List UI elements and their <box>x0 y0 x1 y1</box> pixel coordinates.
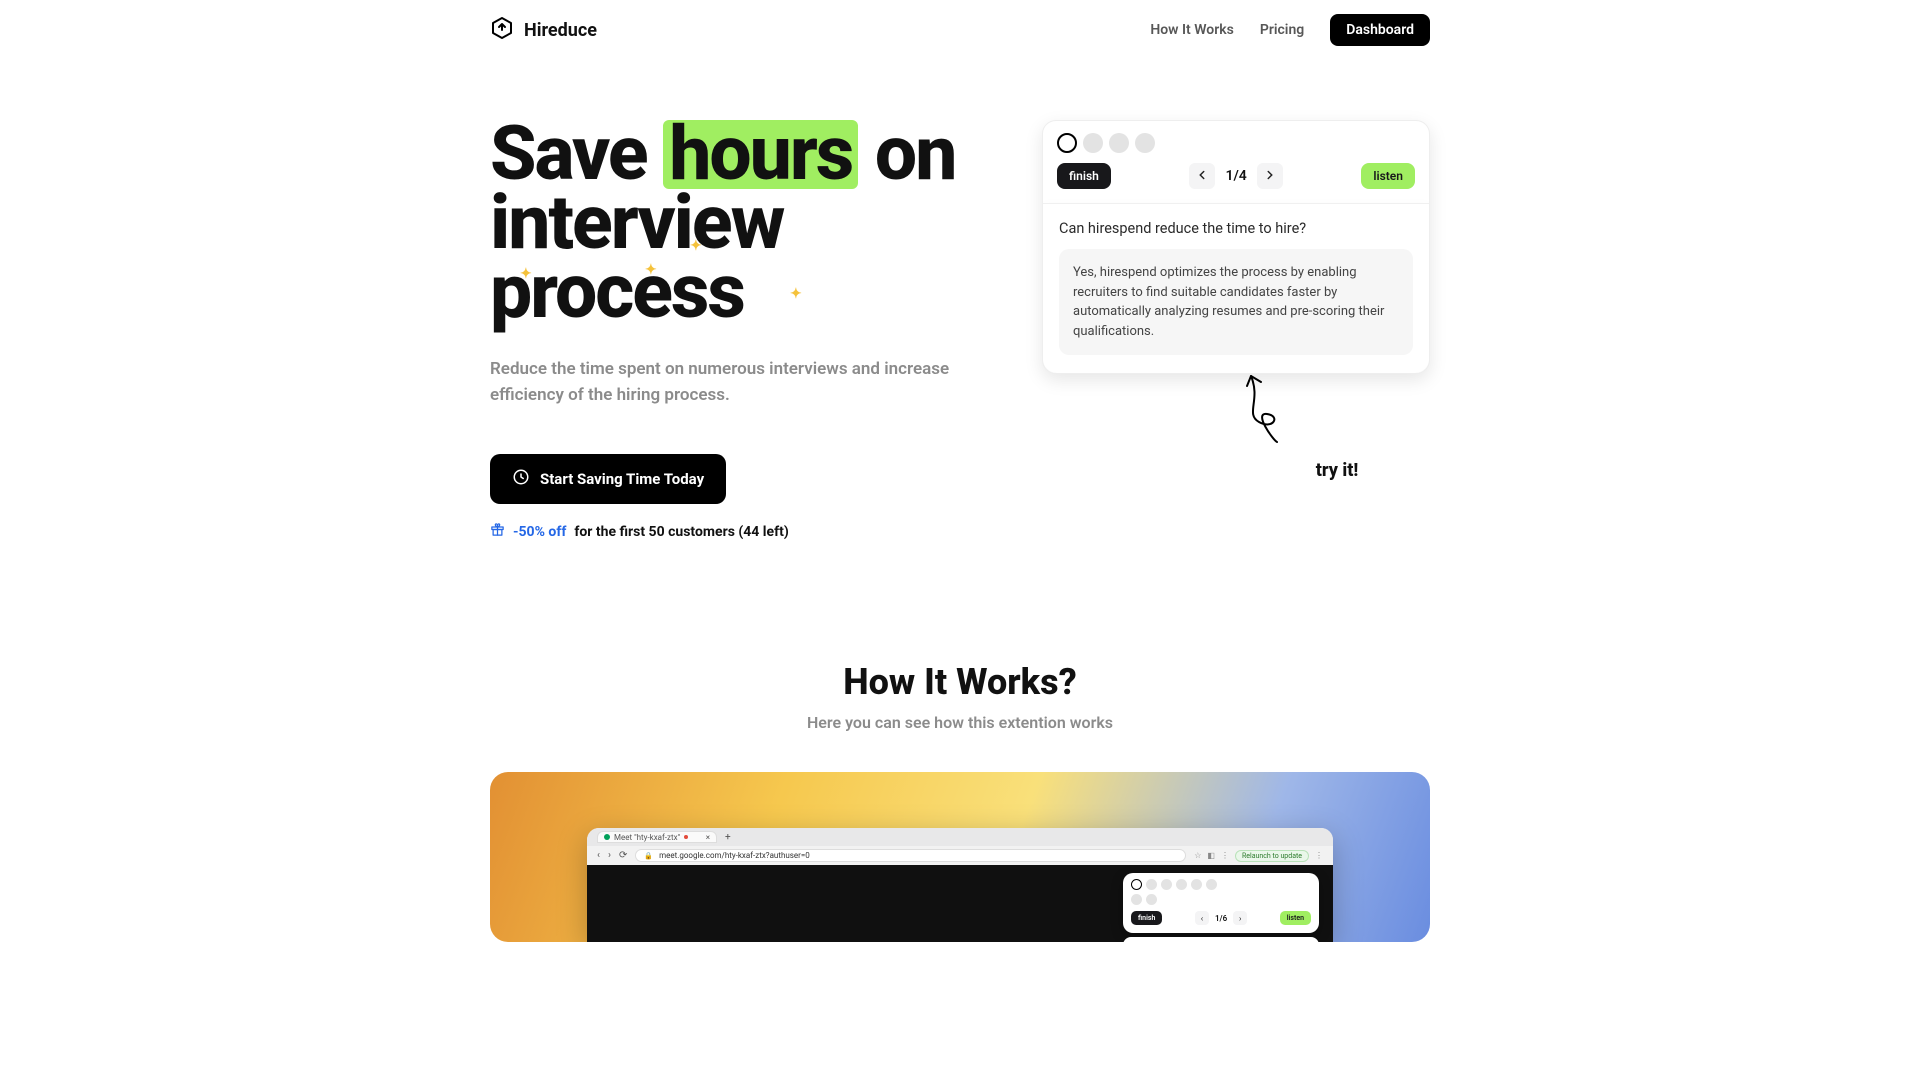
dashboard-button[interactable]: Dashboard <box>1330 14 1430 46</box>
address-bar[interactable]: 🔒 meet.google.com/hty-kxaf-ztx?authuser=… <box>635 849 1186 862</box>
bubble <box>1109 133 1129 153</box>
chevron-right-icon: › <box>1239 914 1241 923</box>
step-label: 1/4 <box>1221 168 1250 184</box>
sparkle-icon: ✦ <box>645 264 655 277</box>
mini-question: What is the virtual DOM and how does Rea… <box>1123 937 1319 942</box>
progress-bubbles <box>1057 133 1177 153</box>
back-icon[interactable]: ‹ <box>597 850 600 861</box>
hiw-title: How It Works? <box>490 661 1430 703</box>
stepper: 1/4 <box>1189 163 1282 189</box>
browser-viewport: finish ‹ 1/6 › listen What is the virtua… <box>587 865 1333 942</box>
finish-button[interactable]: finish <box>1057 163 1111 189</box>
menu-icon[interactable]: ⋮ <box>1221 851 1229 860</box>
tab-title: Meet "hty-kxaf-ztx" <box>614 833 680 842</box>
bubble <box>1191 879 1202 890</box>
top-nav: Hireduce How It Works Pricing Dashboard <box>490 0 1430 60</box>
demo-screenshot: Meet "hty-kxaf-ztx" × + ‹ › ⟳ 🔒 meet.goo… <box>490 772 1430 942</box>
bubble <box>1206 879 1217 890</box>
offer-line: -50% off for the first 50 customers (44 … <box>490 522 1002 541</box>
bubble <box>1161 879 1172 890</box>
mini-widget: finish ‹ 1/6 › listen <box>1123 873 1319 933</box>
close-icon[interactable]: × <box>706 833 710 842</box>
nav-how-it-works[interactable]: How It Works <box>1150 22 1234 38</box>
browser-tab[interactable]: Meet "hty-kxaf-ztx" × <box>597 831 717 843</box>
extension-icon[interactable]: ◧ <box>1207 851 1215 860</box>
more-icon[interactable]: ⋮ <box>1315 851 1323 860</box>
tryit-label: try it! <box>1316 460 1359 481</box>
nav-links: How It Works Pricing Dashboard <box>1150 14 1430 46</box>
bubble <box>1146 894 1157 905</box>
offer-rest: for the first 50 customers (44 left) <box>574 524 788 540</box>
widget-question: Can hirespend reduce the time to hire? <box>1059 220 1413 237</box>
bubble-active <box>1131 879 1142 890</box>
hiw-sub: Here you can see how this extention work… <box>490 713 1430 732</box>
sparkle-icon: ✦ <box>520 268 530 281</box>
mini-finish-button[interactable]: finish <box>1131 911 1162 925</box>
subheadline: Reduce the time spent on numerous interv… <box>490 357 950 408</box>
bubble <box>1176 879 1187 890</box>
chevron-left-icon <box>1195 167 1209 186</box>
gift-icon <box>490 522 505 541</box>
hero: Save hours on interview process ✦ ✦ ✦ ✦ … <box>490 60 1430 541</box>
start-saving-button[interactable]: Start Saving Time Today <box>490 454 726 504</box>
demo-widget: finish 1/4 <box>1042 120 1430 374</box>
next-button[interactable] <box>1257 163 1283 189</box>
star-icon[interactable]: ☆ <box>1194 851 1201 860</box>
sparkle-icon: ✦ <box>690 240 700 253</box>
clock-icon <box>512 468 530 490</box>
headline: Save hours on interview process ✦ ✦ ✦ ✦ <box>490 120 1002 327</box>
bubble <box>1146 879 1157 890</box>
tryit-callout: try it! <box>1237 380 1437 481</box>
hero-left: Save hours on interview process ✦ ✦ ✦ ✦ … <box>490 120 1002 541</box>
brand[interactable]: Hireduce <box>490 16 597 45</box>
mini-prev-button[interactable]: ‹ <box>1195 911 1209 925</box>
mini-next-button[interactable]: › <box>1233 911 1247 925</box>
bubble <box>1131 894 1142 905</box>
lock-icon: 🔒 <box>644 852 653 860</box>
widget-answer: Yes, hirespend optimizes the process by … <box>1059 249 1413 355</box>
recording-icon <box>684 835 688 839</box>
url-text: meet.google.com/hty-kxaf-ztx?authuser=0 <box>659 851 810 860</box>
forward-icon[interactable]: › <box>608 850 611 861</box>
cta-label: Start Saving Time Today <box>540 470 704 488</box>
relaunch-chip[interactable]: Relaunch to update <box>1235 850 1309 862</box>
mini-step-label: 1/6 <box>1212 914 1230 923</box>
browser-tabbar: Meet "hty-kxaf-ztx" × + <box>587 828 1333 846</box>
how-it-works: How It Works? Here you can see how this … <box>490 661 1430 732</box>
browser-urlbar: ‹ › ⟳ 🔒 meet.google.com/hty-kxaf-ztx?aut… <box>587 846 1333 865</box>
offer-discount: -50% off <box>513 524 566 540</box>
browser-mock: Meet "hty-kxaf-ztx" × + ‹ › ⟳ 🔒 meet.goo… <box>587 828 1333 942</box>
brand-name: Hireduce <box>524 20 597 41</box>
logo-icon <box>490 16 514 45</box>
prev-button[interactable] <box>1189 163 1215 189</box>
bubble <box>1135 133 1155 153</box>
bubble-active <box>1057 133 1077 153</box>
arrow-icon <box>1237 370 1297 446</box>
new-tab-button[interactable]: + <box>725 832 731 843</box>
chevron-right-icon <box>1263 167 1277 186</box>
mini-listen-button[interactable]: listen <box>1280 911 1311 925</box>
nav-pricing[interactable]: Pricing <box>1260 22 1304 38</box>
sparkle-icon: ✦ <box>790 288 800 301</box>
listen-button[interactable]: listen <box>1361 163 1415 189</box>
hero-right: finish 1/4 <box>1042 120 1430 541</box>
meet-icon <box>604 834 610 840</box>
reload-icon[interactable]: ⟳ <box>619 850 627 861</box>
chevron-left-icon: ‹ <box>1201 914 1203 923</box>
bubble <box>1083 133 1103 153</box>
